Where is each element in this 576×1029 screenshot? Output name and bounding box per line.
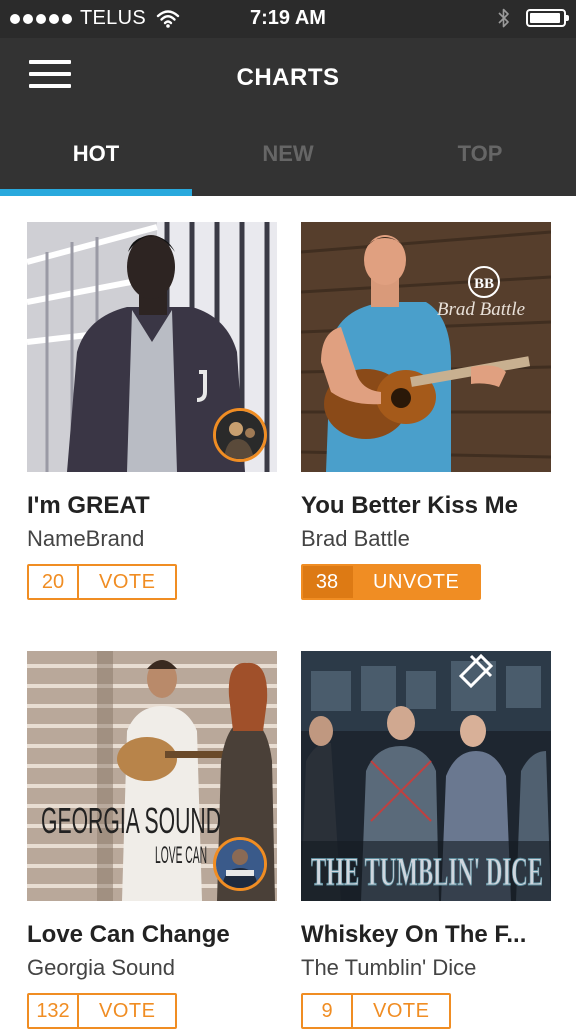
cover-text: THE TUMBLIN' DICE bbox=[311, 849, 543, 894]
song-card: I'm GREAT NameBrand 20 VOTE bbox=[27, 222, 277, 600]
tab-top-label: TOP bbox=[457, 141, 503, 166]
album-cover-namebrand[interactable] bbox=[27, 222, 277, 472]
album-cover-georgia-sound[interactable]: GEORGIA SOUND LOVE CAN bbox=[27, 651, 277, 901]
song-title[interactable]: I'm GREAT bbox=[27, 492, 277, 520]
artist-avatar[interactable] bbox=[213, 837, 267, 891]
cover-text: GEORGIA SOUND bbox=[41, 800, 221, 841]
song-card: BB Brad Battle You Better Kiss Me Brad B… bbox=[301, 222, 551, 600]
album-art: BB Brad Battle bbox=[301, 222, 551, 472]
vote-label: VOTE bbox=[99, 570, 156, 593]
artist-name[interactable]: Georgia Sound bbox=[27, 955, 277, 981]
song-card: THE TUMBLIN' DICE Whiskey On The F... Th… bbox=[301, 651, 551, 1029]
album-art: THE TUMBLIN' DICE bbox=[301, 651, 551, 901]
unvote-button[interactable]: 38 UNVOTE bbox=[301, 564, 482, 600]
vote-count: 132 bbox=[29, 995, 79, 1027]
clock: 7:19 AM bbox=[250, 7, 326, 29]
cover-logo-text: BB bbox=[474, 276, 494, 292]
tab-hot[interactable]: HOT bbox=[0, 134, 192, 196]
tab-top[interactable]: TOP bbox=[384, 134, 576, 196]
artist-name[interactable]: Brad Battle bbox=[301, 526, 551, 552]
battery-icon bbox=[526, 9, 569, 27]
vote-button[interactable]: 20 VOTE bbox=[27, 564, 178, 600]
cover-subtext: LOVE CAN bbox=[155, 842, 207, 869]
battery-fill bbox=[530, 13, 561, 23]
vote-label: VOTE bbox=[373, 999, 430, 1022]
cover-text: Brad Battle bbox=[437, 299, 525, 320]
tab-new-label: NEW bbox=[262, 141, 314, 166]
song-title[interactable]: Whiskey On The F... bbox=[301, 921, 551, 949]
bluetooth-icon bbox=[498, 8, 509, 28]
artist-avatar[interactable] bbox=[213, 408, 267, 462]
vote-label: UNVOTE bbox=[373, 570, 460, 593]
song-title[interactable]: You Better Kiss Me bbox=[301, 492, 551, 520]
song-title[interactable]: Love Can Change bbox=[27, 921, 277, 949]
song-card: GEORGIA SOUND LOVE CAN Love Can Change G… bbox=[27, 651, 277, 1029]
vote-count: 20 bbox=[29, 566, 79, 598]
app-header: CHARTS HOT NEW TOP bbox=[0, 38, 576, 196]
vote-label: VOTE bbox=[99, 999, 156, 1022]
tab-bar: HOT NEW TOP bbox=[0, 134, 576, 196]
status-bar: TELUS 7:19 AM bbox=[0, 0, 576, 38]
artist-name[interactable]: The Tumblin' Dice bbox=[301, 955, 551, 981]
vote-count: 38 bbox=[303, 566, 353, 598]
page-title: CHARTS bbox=[236, 64, 340, 91]
tab-hot-label: HOT bbox=[72, 141, 120, 166]
status-right bbox=[496, 7, 569, 29]
tab-new[interactable]: NEW bbox=[192, 134, 384, 196]
vote-count: 9 bbox=[303, 995, 353, 1027]
album-cover-tumblin-dice[interactable]: THE TUMBLIN' DICE bbox=[301, 651, 551, 901]
active-tab-indicator bbox=[0, 189, 192, 196]
album-cover-brad-battle[interactable]: BB Brad Battle bbox=[301, 222, 551, 472]
artist-name[interactable]: NameBrand bbox=[27, 526, 277, 552]
